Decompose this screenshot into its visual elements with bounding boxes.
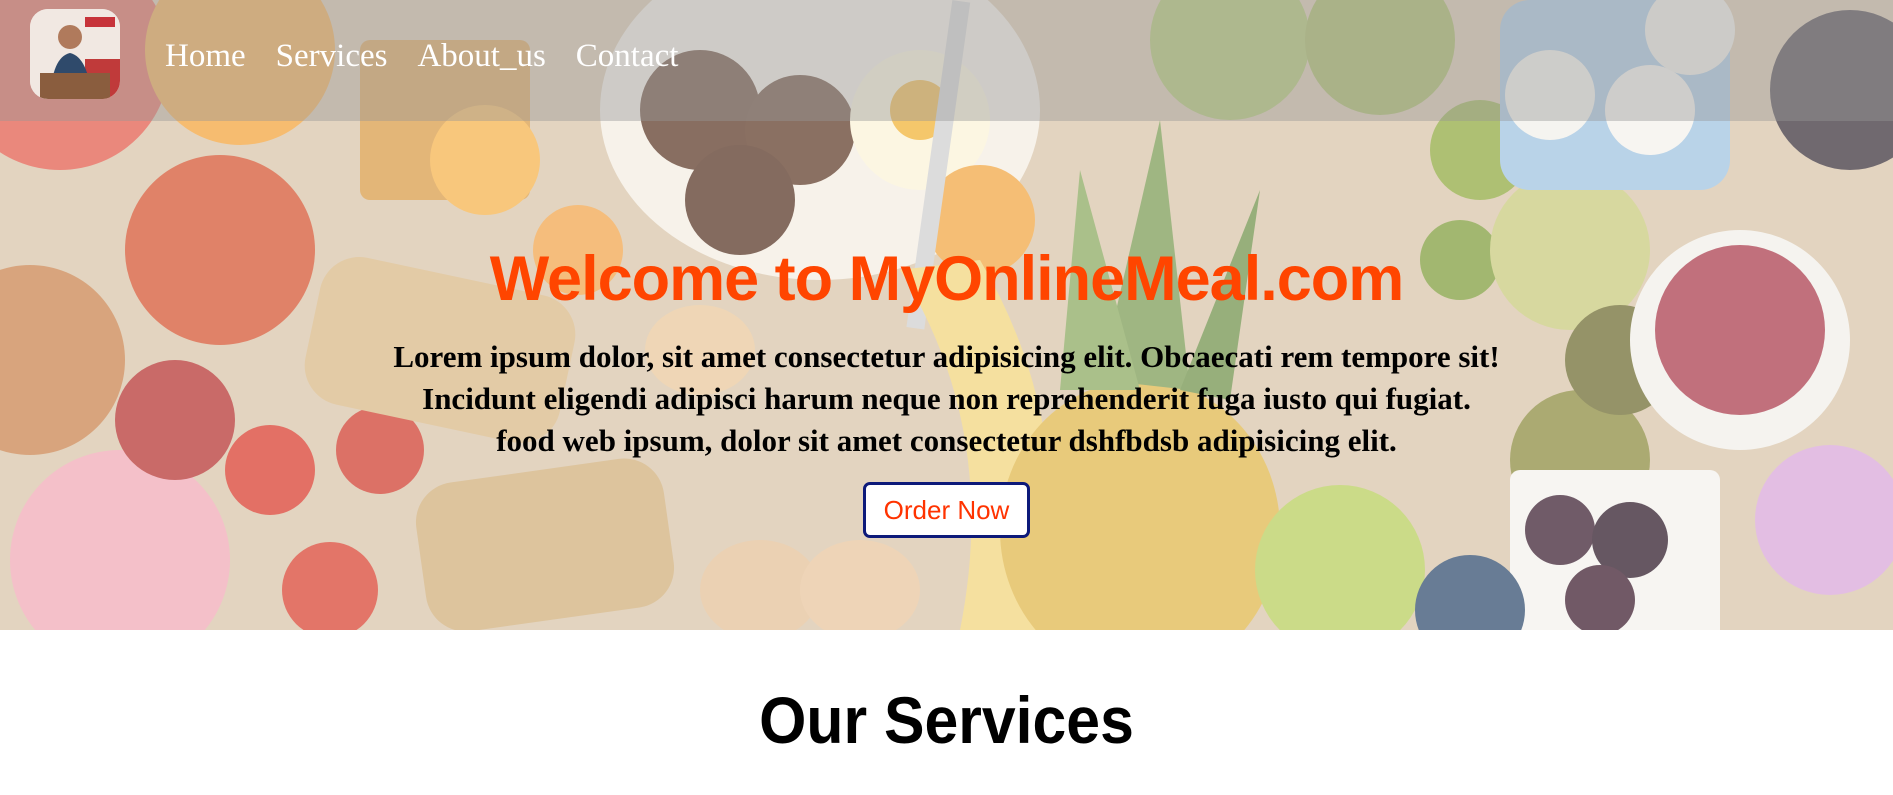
hero-text-line: Incidunt eligendi adipisci harum neque n… bbox=[422, 381, 1471, 416]
hero-title: Welcome to MyOnlineMeal.com bbox=[489, 244, 1405, 314]
hero-text-line: Lorem ipsum dolor, sit amet consectetur … bbox=[393, 339, 1500, 374]
logo-avatar-icon bbox=[30, 9, 120, 99]
site-logo[interactable] bbox=[30, 9, 120, 99]
top-navbar: Home Services About_us Contact bbox=[0, 0, 1893, 121]
services-heading: Our Services bbox=[759, 683, 1134, 757]
nav-link-contact[interactable]: Contact bbox=[576, 36, 679, 76]
order-now-button[interactable]: Order Now bbox=[862, 482, 1031, 538]
hero-text-line: food web ipsum, dolor sit amet consectet… bbox=[496, 423, 1397, 458]
nav-menu: Home Services About_us Contact bbox=[165, 36, 678, 76]
nav-link-home[interactable]: Home bbox=[165, 36, 246, 76]
nav-link-services[interactable]: Services bbox=[276, 36, 388, 76]
nav-link-about-us[interactable]: About_us bbox=[417, 36, 545, 76]
hero-description: Lorem ipsum dolor, sit amet consectetur … bbox=[297, 336, 1597, 462]
hero-content: Welcome to MyOnlineMeal.com Lorem ipsum … bbox=[0, 240, 1893, 538]
hero-section: Home Services About_us Contact Welcome t… bbox=[0, 0, 1893, 630]
